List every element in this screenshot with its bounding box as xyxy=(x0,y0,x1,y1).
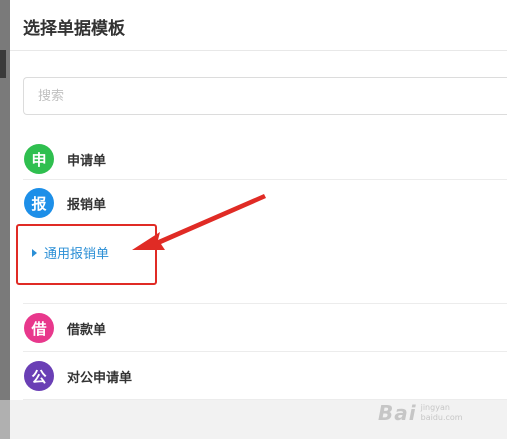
watermark-brand: Bai xyxy=(378,401,417,425)
watermark-sub: jingyan baidu.com xyxy=(420,403,463,422)
watermark: Bai jingyan baidu.com xyxy=(378,395,498,431)
annotation-arrow-icon xyxy=(132,194,266,250)
